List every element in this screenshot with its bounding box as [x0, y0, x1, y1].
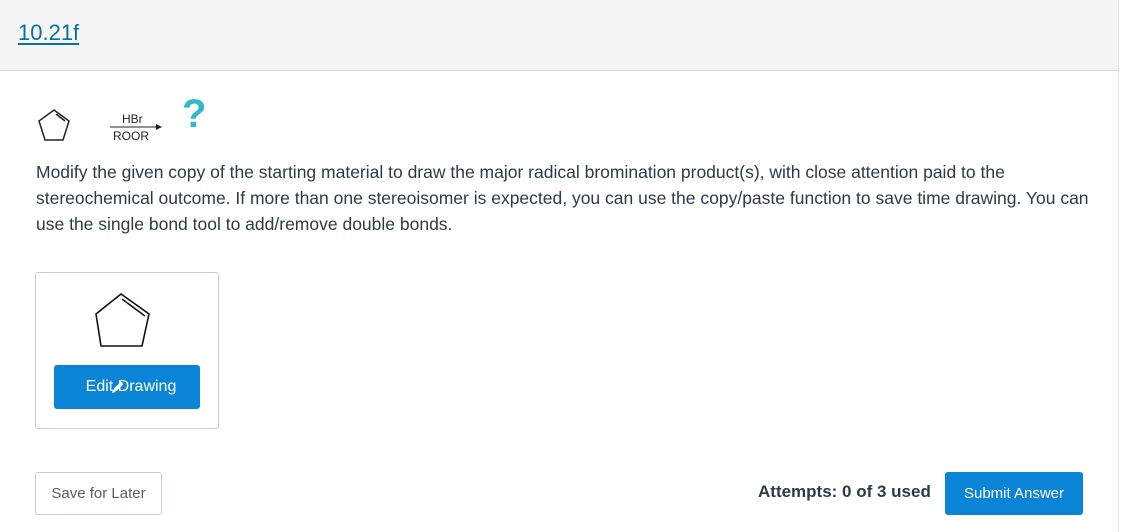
edit-drawing-button[interactable]: Edit Drawing [54, 365, 200, 409]
question-header: 10.21f [0, 0, 1118, 71]
cyclopentene-structure-icon [95, 292, 150, 347]
edit-drawing-label: Edit Drawing [85, 378, 177, 395]
reagent-hbr: HBr [122, 112, 143, 126]
page-divider [1118, 0, 1119, 532]
reagent-roor: ROOR [113, 129, 149, 143]
question-instructions: Modify the given copy of the starting ma… [36, 162, 1089, 234]
drawing-preview: Edit Drawing [35, 272, 219, 429]
attempts-counter: Attempts: 0 of 3 used [758, 482, 931, 501]
save-for-later-button[interactable]: Save for Later [35, 472, 162, 515]
submit-answer-button[interactable]: Submit Answer [945, 472, 1083, 515]
question-title-link[interactable]: 10.21f [18, 20, 79, 46]
unknown-product-mark: ? [182, 92, 207, 136]
cyclopentene-structure-icon [38, 109, 70, 141]
